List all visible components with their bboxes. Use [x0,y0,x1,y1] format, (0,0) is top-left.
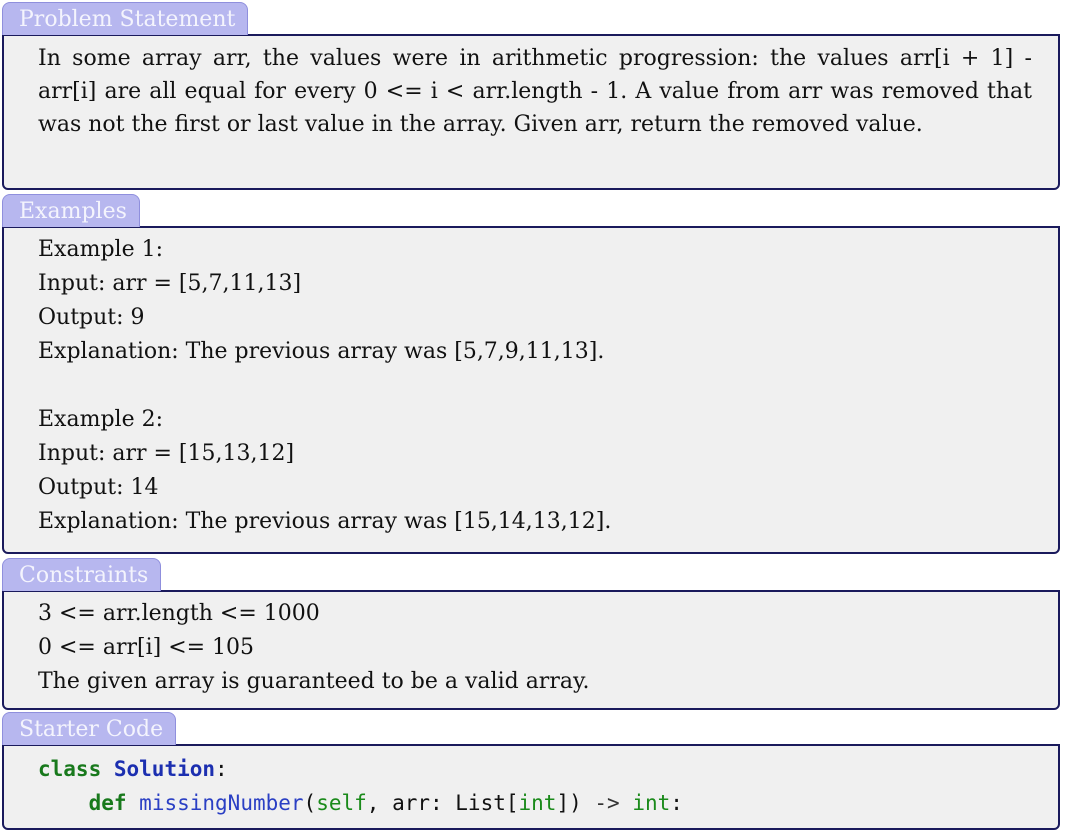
function-name: missingNumber [139,791,304,815]
examples-box: Example 1: Input: arr = [5,7,11,13] Outp… [2,226,1060,554]
def-colon: : [670,791,683,815]
problem-statement-text: In some array arr, the values were in ar… [38,46,1032,137]
params-close: ]) [556,791,582,815]
param-self: self [316,791,367,815]
return-arrow: -> [581,791,633,815]
example-2-explanation: Explanation: The previous array was [15,… [38,509,612,534]
keyword-class: class [38,757,102,781]
class-colon: : [215,757,228,781]
example-2-heading: Example 2: [38,407,163,432]
examples-tab: Examples [2,194,140,227]
constraints-tab: Constraints [2,558,162,591]
params-mid: , arr: List[ [366,791,519,815]
class-name: Solution [113,757,216,781]
constraint-length: 3 <= arr.length <= 1000 [38,601,320,626]
example-2-output: Output: 14 [38,475,159,500]
code-line-class: class Solution: [38,752,1058,786]
constraint-validity: The given array is guaranteed to be a va… [38,669,590,694]
return-type: int [632,791,671,815]
starter-code-box: class Solution: def missingNumber(self, … [2,744,1060,830]
constraints-box: 3 <= arr.length <= 1000 0 <= arr[i] <= 1… [2,590,1060,710]
example-1-heading: Example 1: [38,237,163,262]
problem-page: Problem Statement In some array arr, the… [0,0,1066,835]
example-1-output: Output: 9 [38,305,145,330]
example-spacer [38,369,1058,403]
keyword-def: def [88,791,127,815]
constraint-value-range: 0 <= arr[i] <= 105 [38,635,255,660]
example-1-explanation: Explanation: The previous array was [5,7… [38,339,605,364]
code-line-def: def missingNumber(self, arr: List[int]) … [38,786,1058,820]
problem-statement-tab: Problem Statement [2,2,249,35]
example-1-input: Input: arr = [5,7,11,13] [38,271,302,296]
type-int: int [518,791,557,815]
params-open: ( [303,791,317,815]
problem-statement-box: In some array arr, the values were in ar… [2,34,1060,190]
starter-code-tab: Starter Code [2,712,177,745]
example-2-input: Input: arr = [15,13,12] [38,441,295,466]
